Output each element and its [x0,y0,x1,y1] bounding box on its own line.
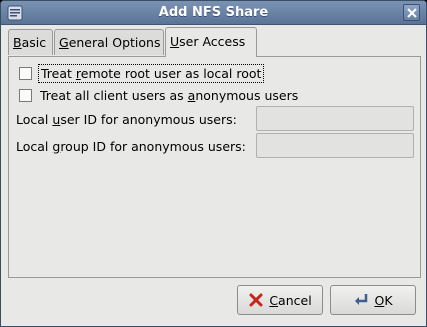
cancel-icon [249,293,263,307]
anon-uid-label: Local user ID for anonymous users: [16,112,237,127]
anon-gid-label: Local group ID for anonymous users: [16,139,246,154]
tab-label: asic [21,35,47,50]
cancel-label: Cancel [269,292,312,308]
tab-label-mnemonic: B [13,35,22,50]
user-access-panel: Treat remote root user as local root Tre… [8,56,421,278]
anon-gid-field[interactable] [256,133,414,158]
close-icon [406,7,417,18]
tab-basic[interactable]: Basic [8,29,53,55]
tab-label: eneral Options [68,35,161,50]
titlebar[interactable]: Add NFS Share [1,1,426,25]
dialog-window: Add NFS Share Basic General Options User… [0,0,427,327]
all-squash-checkbox[interactable] [19,88,32,102]
tab-label-mnemonic: G [59,35,69,50]
ok-label: OK [374,292,393,308]
root-squash-option[interactable]: Treat remote root user as local root [19,63,265,83]
cancel-button[interactable]: Cancel [237,285,323,315]
return-arrow-icon [355,294,368,305]
root-squash-label: Treat remote root user as local root [37,63,265,83]
all-squash-option[interactable]: Treat all client users as anonymous user… [19,86,298,104]
tab-user-access[interactable]: User Access [165,27,257,57]
all-squash-label: Treat all client users as anonymous user… [40,87,299,103]
root-squash-checkbox[interactable] [19,66,32,80]
tab-label: ser Access [179,34,246,49]
ok-button[interactable]: OK [330,285,416,315]
anon-uid-field[interactable] [256,106,414,131]
tab-general-options[interactable]: General Options [54,29,164,55]
tab-label-mnemonic: U [170,34,180,49]
close-button[interactable] [403,4,420,21]
window-title: Add NFS Share [158,5,269,20]
